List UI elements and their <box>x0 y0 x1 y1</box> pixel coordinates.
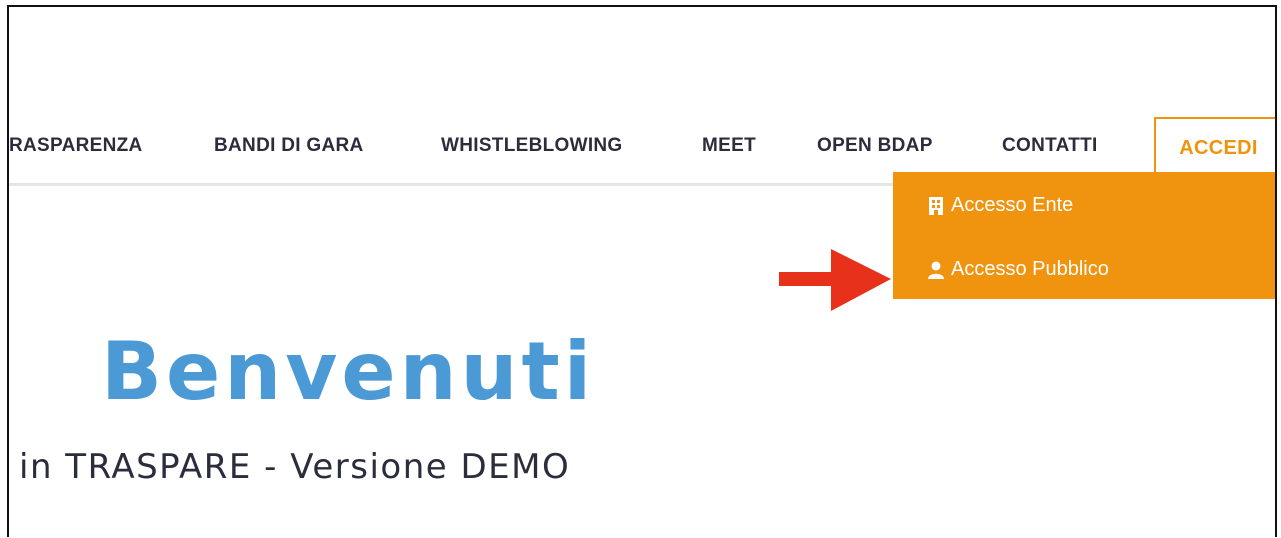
accedi-button[interactable]: ACCEDI <box>1154 117 1275 177</box>
dropdown-item-accesso-pubblico[interactable]: Accesso Pubblico <box>927 258 1109 281</box>
nav-item-meet[interactable]: MEET <box>702 135 756 157</box>
accedi-dropdown-menu: Accesso Ente Accesso Pubblico <box>893 172 1275 299</box>
dropdown-item-label: Accesso Ente <box>951 194 1074 216</box>
nav-item-bandi-di-gara[interactable]: BANDI DI GARA <box>214 135 364 157</box>
building-icon <box>929 196 943 215</box>
dropdown-item-accesso-ente[interactable]: Accesso Ente <box>927 194 1073 217</box>
nav-item-whistleblowing[interactable]: WHISTLEBLOWING <box>441 135 623 157</box>
user-icon <box>928 261 944 279</box>
nav-item-open-bdap[interactable]: OPEN BDAP <box>817 135 933 157</box>
red-arrow-pointer <box>779 249 891 311</box>
welcome-title: Benvenuti <box>101 325 596 418</box>
nav-item-trasparenza[interactable]: RASPARENZA <box>9 135 143 157</box>
nav-item-contatti[interactable]: CONTATTI <box>1002 135 1098 157</box>
welcome-subtitle: in TRASPARE - Versione DEMO <box>19 447 571 487</box>
dropdown-item-label: Accesso Pubblico <box>951 258 1109 280</box>
page-frame: RASPARENZA BANDI DI GARA WHISTLEBLOWING … <box>7 5 1277 537</box>
